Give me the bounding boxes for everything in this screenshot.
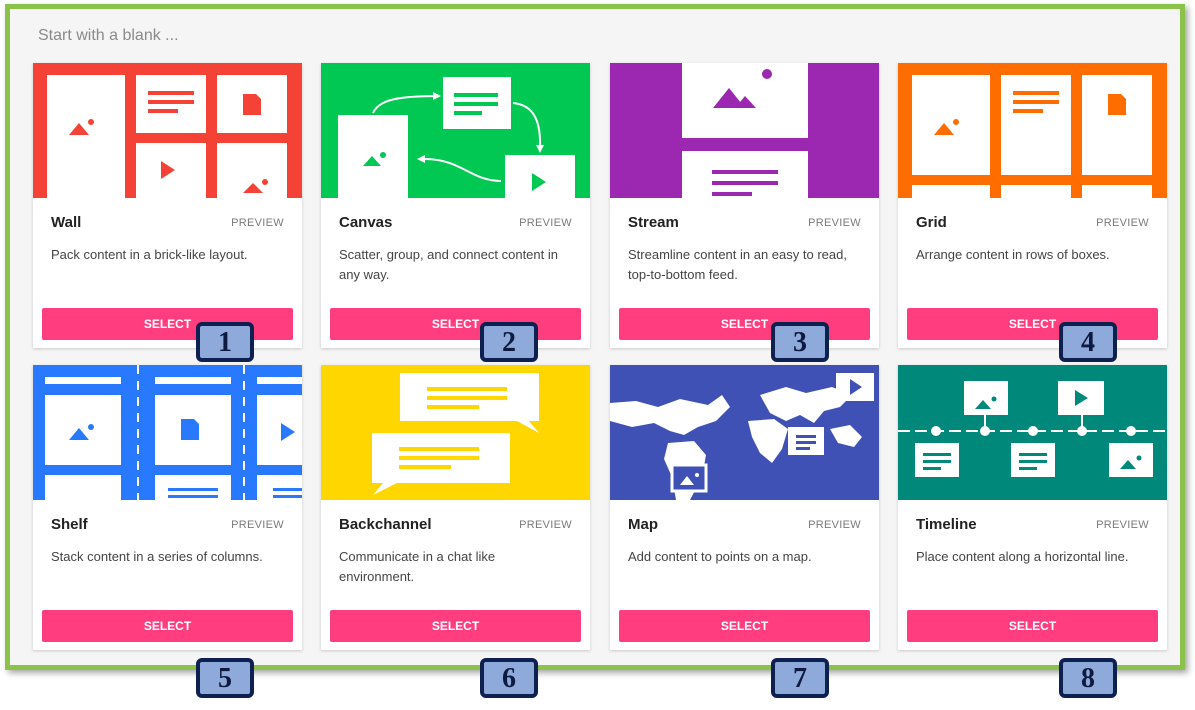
card-canvas: Canvas PREVIEW Scatter, group, and conne… xyxy=(321,63,590,348)
card-grid: Grid PREVIEW Arrange content in rows of … xyxy=(898,63,1167,348)
card-title: Wall xyxy=(51,214,82,231)
card-description: Place content along a horizontal line. xyxy=(916,549,1129,564)
number-badge-7: 7 xyxy=(771,658,829,698)
card-description: Stack content in a series of columns. xyxy=(51,549,263,564)
canvas-thumbnail[interactable] xyxy=(321,63,590,198)
card-title: Backchannel xyxy=(339,516,432,533)
select-button-timeline[interactable]: SELECT xyxy=(907,610,1158,642)
wall-thumbnail[interactable] xyxy=(33,63,302,198)
card-title: Map xyxy=(628,516,658,533)
card-backchannel: Backchannel PREVIEW Communicate in a cha… xyxy=(321,365,590,650)
card-description: Add content to points on a map. xyxy=(628,549,812,564)
number-badge-4: 4 xyxy=(1059,322,1117,362)
preview-link[interactable]: PREVIEW xyxy=(231,519,284,531)
card-timeline: Timeline PREVIEW Place content along a h… xyxy=(898,365,1167,650)
card-description: Communicate in a chat like environment. xyxy=(339,549,496,584)
timeline-thumbnail[interactable] xyxy=(898,365,1167,500)
number-badge-8: 8 xyxy=(1059,658,1117,698)
card-description: Pack content in a brick-like layout. xyxy=(51,247,248,262)
card-title: Stream xyxy=(628,214,679,231)
preview-link[interactable]: PREVIEW xyxy=(1096,217,1149,229)
card-map: Map PREVIEW Add content to points on a m… xyxy=(610,365,879,650)
number-badge-1: 1 xyxy=(196,322,254,362)
map-thumbnail[interactable] xyxy=(610,365,879,500)
number-badge-2: 2 xyxy=(480,322,538,362)
select-button-grid[interactable]: SELECT xyxy=(907,308,1158,340)
card-wall: Wall PREVIEW Pack content in a brick-lik… xyxy=(33,63,302,348)
select-button-backchannel[interactable]: SELECT xyxy=(330,610,581,642)
card-stream: Stream PREVIEW Streamline content in an … xyxy=(610,63,879,348)
select-button-canvas[interactable]: SELECT xyxy=(330,308,581,340)
select-button-map[interactable]: SELECT xyxy=(619,610,870,642)
card-title: Timeline xyxy=(916,516,977,533)
section-heading: Start with a blank ... xyxy=(38,27,179,44)
select-button-stream[interactable]: SELECT xyxy=(619,308,870,340)
preview-link[interactable]: PREVIEW xyxy=(1096,519,1149,531)
card-description: Arrange content in rows of boxes. xyxy=(916,247,1110,262)
number-badge-3: 3 xyxy=(771,322,829,362)
preview-link[interactable]: PREVIEW xyxy=(231,217,284,229)
card-title: Shelf xyxy=(51,516,88,533)
stream-thumbnail[interactable] xyxy=(610,63,879,198)
card-description: Scatter, group, and connect content in a… xyxy=(339,247,558,282)
card-shelf: Shelf PREVIEW Stack content in a series … xyxy=(33,365,302,650)
select-button-shelf[interactable]: SELECT xyxy=(42,610,293,642)
preview-link[interactable]: PREVIEW xyxy=(519,217,572,229)
number-badge-5: 5 xyxy=(196,658,254,698)
preview-link[interactable]: PREVIEW xyxy=(808,519,861,531)
preview-link[interactable]: PREVIEW xyxy=(519,519,572,531)
card-title: Grid xyxy=(916,214,947,231)
select-button-wall[interactable]: SELECT xyxy=(42,308,293,340)
card-title: Canvas xyxy=(339,214,393,231)
preview-link[interactable]: PREVIEW xyxy=(808,217,861,229)
card-description: Streamline content in an easy to read, t… xyxy=(628,247,847,282)
number-badge-6: 6 xyxy=(480,658,538,698)
backchannel-thumbnail[interactable] xyxy=(321,365,590,500)
shelf-thumbnail[interactable] xyxy=(33,365,302,500)
grid-thumbnail[interactable] xyxy=(898,63,1167,198)
